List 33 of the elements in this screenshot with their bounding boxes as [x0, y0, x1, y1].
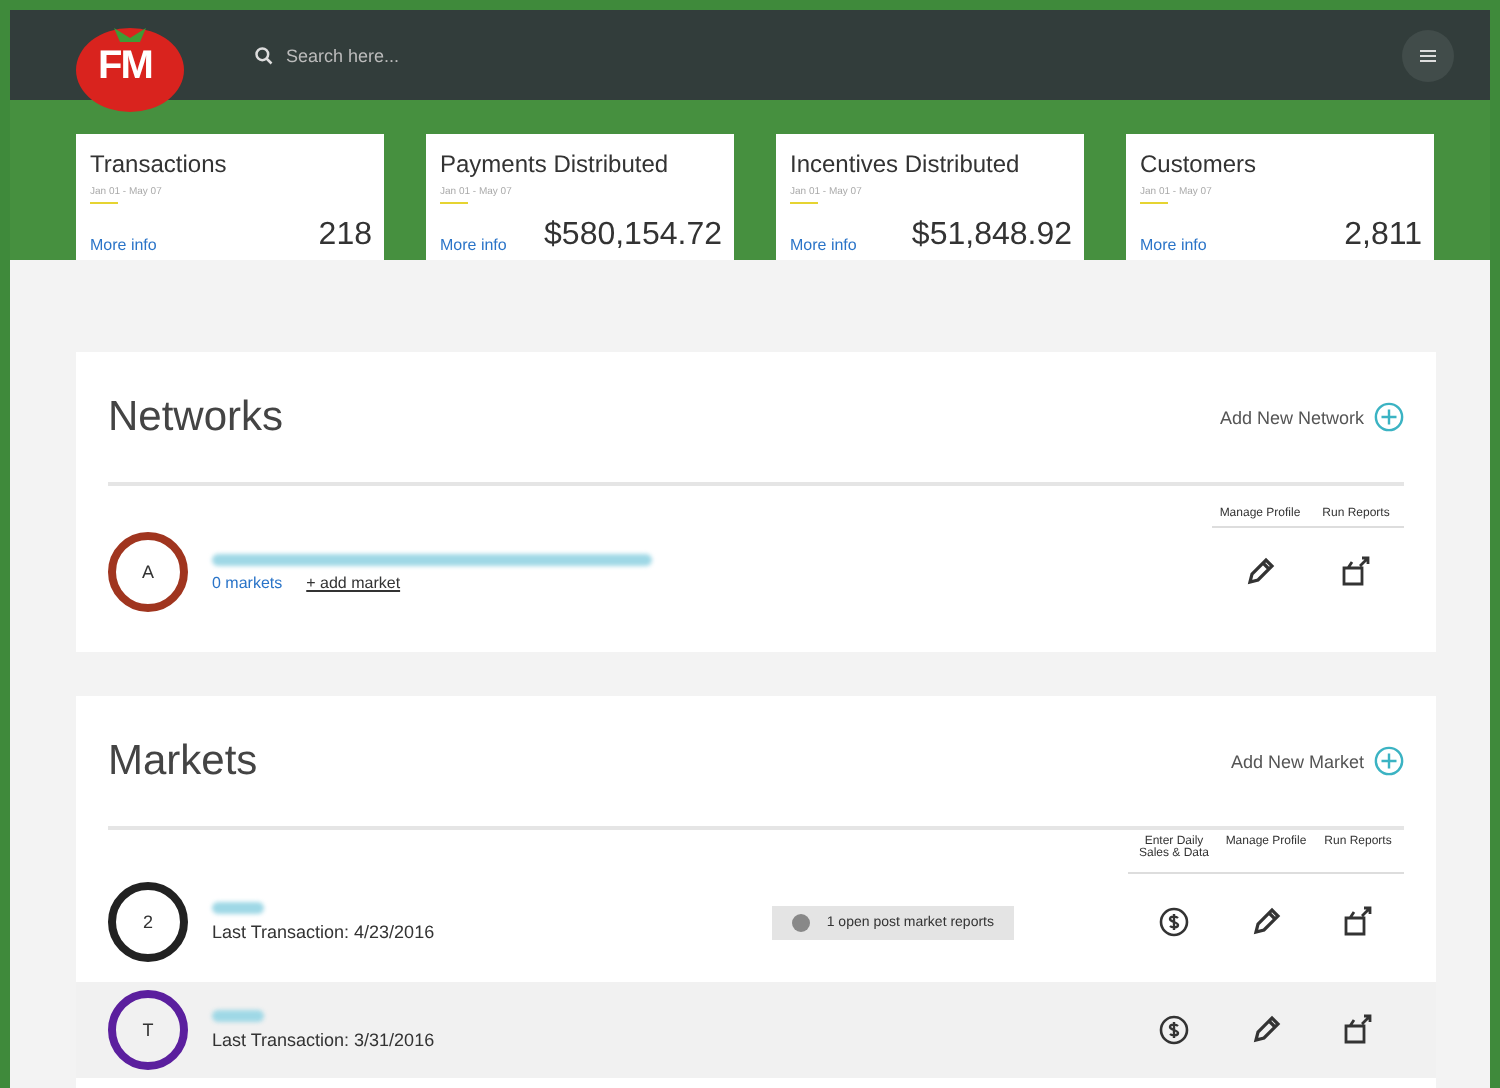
stat-value: 218: [318, 218, 372, 254]
more-info-link[interactable]: More info: [1140, 236, 1207, 254]
avatar-circle: A: [108, 532, 188, 612]
more-info-link[interactable]: More info: [90, 236, 157, 254]
last-transaction: Last Transaction: 3/31/2016: [212, 1030, 437, 1050]
search-field[interactable]: Search here...: [286, 45, 686, 65]
last-transaction: Last Transaction: 4/23/2016: [212, 922, 437, 942]
search-icon: [254, 45, 274, 65]
menu-button[interactable]: [1402, 29, 1454, 81]
stat-value: $51,848.92: [911, 218, 1072, 254]
stat-value: $580,154.72: [544, 218, 722, 254]
info-icon: [792, 913, 811, 931]
stat-title: Customers: [1140, 150, 1259, 178]
add-market-link[interactable]: Add New Market: [1230, 751, 1364, 771]
stat-value: 2,811: [1344, 218, 1422, 254]
more-info-link[interactable]: More info: [440, 236, 507, 254]
market-row[interactable]: T Last Transaction: 3/31/2016: [76, 982, 1436, 1078]
add-market-link[interactable]: + add market: [306, 573, 401, 591]
redacted-name: [212, 1010, 264, 1022]
avatar-circle: T: [108, 990, 188, 1070]
more-info-link[interactable]: More info: [790, 236, 857, 254]
avatar-circle: 2: [108, 882, 188, 962]
stat-title: Incentives Distributed: [790, 150, 1022, 178]
logo-text: FM: [98, 43, 152, 89]
add-network-link[interactable]: Add New Network: [1219, 407, 1364, 427]
redacted-name: [212, 902, 264, 914]
section-title: Markets: [108, 737, 260, 785]
markets-count-link[interactable]: 0 markets: [212, 573, 283, 591]
logo[interactable]: FM: [70, 13, 190, 113]
stat-title: Payments Distributed: [440, 150, 671, 178]
section-title: Networks: [108, 393, 286, 441]
menu-icon: [1420, 49, 1436, 61]
stat-title: Transactions: [90, 150, 229, 178]
